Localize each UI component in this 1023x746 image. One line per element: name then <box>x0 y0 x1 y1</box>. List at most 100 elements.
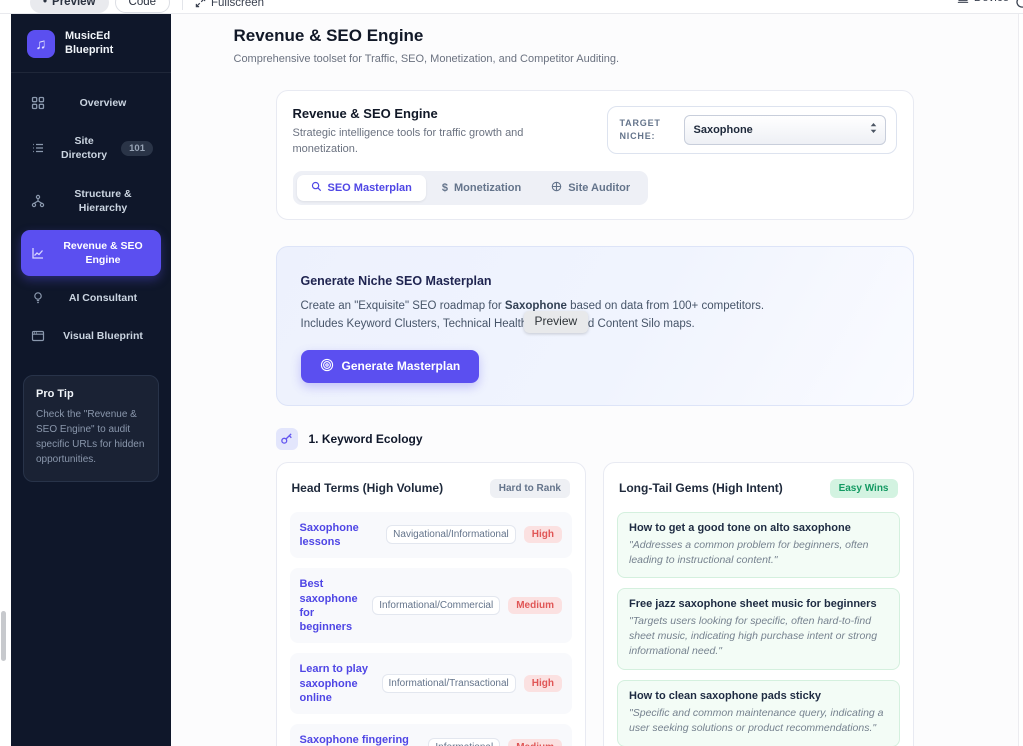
sidebar-item-label: Site Directory <box>53 134 115 162</box>
sidebar-item-site-directory[interactable]: Site Directory 101 <box>21 125 161 171</box>
difficulty-badge: High <box>524 675 562 692</box>
pro-tip-title: Pro Tip <box>36 388 146 400</box>
dollar-icon: $ <box>442 182 448 194</box>
long-tail-keyword: How to clean saxophone pads sticky <box>629 690 888 702</box>
long-tail-item[interactable]: How to get a good tone on alto saxophone… <box>617 512 900 579</box>
fullscreen-label: Fullscreen <box>211 0 264 9</box>
keyword-link[interactable]: Best saxophone for beginners <box>300 577 365 634</box>
preview-tooltip: Preview <box>524 311 589 333</box>
pro-tip-text: Check the "Revenue & SEO Engine" to audi… <box>36 407 146 467</box>
keyword-ecology-header: 1. Keyword Ecology <box>276 428 914 450</box>
keyword-link[interactable]: Learn to play saxophone online <box>300 662 374 705</box>
long-tail-quote: "Specific and common maintenance query, … <box>629 706 888 736</box>
intent-tag: Informational <box>428 738 500 746</box>
sidebar-item-structure-hierarchy[interactable]: Structure & Hierarchy <box>21 178 161 224</box>
main-content: Revenue & SEO Engine Comprehensive tools… <box>171 14 1018 746</box>
keyword-row: Saxophone lessons Navigational/Informati… <box>290 512 573 559</box>
target-niche-label: TARGET NICHE: <box>620 117 672 144</box>
intent-tag: Informational/Transactional <box>382 674 516 693</box>
code-tab[interactable]: Code <box>115 0 171 13</box>
keyword-link[interactable]: Saxophone fingering chart <box>300 733 421 746</box>
globe-icon <box>551 181 562 195</box>
intent-tag: Informational/Commercial <box>372 596 500 615</box>
long-tail-item[interactable]: Free jazz saxophone sheet music for begi… <box>617 588 900 670</box>
search-icon <box>311 181 322 195</box>
tab-monetization[interactable]: $ Monetization <box>428 175 535 201</box>
description-text: Create an "Exquisite" SEO roadmap for <box>301 300 505 312</box>
preview-tab[interactable]: • Preview <box>30 0 109 13</box>
target-niche-value: Saxophone <box>694 124 753 136</box>
refresh-icon[interactable] <box>1014 0 1023 14</box>
engine-card: Revenue & SEO Engine Strategic intellige… <box>276 90 914 220</box>
hierarchy-icon <box>29 194 47 208</box>
device-icon <box>957 0 969 4</box>
tab-label: Site Auditor <box>568 182 630 194</box>
toolbar-divider <box>182 0 183 10</box>
intent-tag: Navigational/Informational <box>386 525 516 544</box>
editor-toolbar: • Preview Code Fullscreen Device <box>0 0 1023 14</box>
long-tail-gems-card: Long-Tail Gems (High Intent) Easy Wins H… <box>603 462 914 746</box>
list-icon <box>29 141 47 155</box>
sidebar-item-revenue-seo-engine[interactable]: Revenue & SEO Engine <box>21 230 161 276</box>
keyword-row: Best saxophone for beginners Information… <box>290 568 573 643</box>
tab-seo-masterplan[interactable]: SEO Masterplan <box>297 175 426 201</box>
generate-masterplan-button[interactable]: Generate Masterplan <box>301 350 480 383</box>
target-niche-select[interactable]: Saxophone <box>684 115 886 145</box>
device-button[interactable]: Device <box>957 0 1009 4</box>
code-tab-label: Code <box>129 0 157 13</box>
fullscreen-button[interactable]: Fullscreen <box>195 0 264 9</box>
lightbulb-icon <box>29 291 47 305</box>
sidebar-item-ai-consultant[interactable]: AI Consultant <box>21 282 161 314</box>
difficulty-badge: High <box>524 526 562 543</box>
window-icon <box>29 329 47 343</box>
page-scrollbar-thumb[interactable] <box>1 611 6 661</box>
difficulty-badge: Medium <box>508 739 562 746</box>
preview-tab-label: Preview <box>52 0 95 13</box>
page-title: Revenue & SEO Engine <box>234 26 956 46</box>
sidebar-nav: Overview Site Directory 101 <box>11 73 171 353</box>
long-tail-quote: "Targets users looking for specific, oft… <box>629 614 888 659</box>
app-logo[interactable]: ♫ MusicEd Blueprint <box>11 14 171 73</box>
chart-icon <box>29 246 47 260</box>
active-dot-icon: • <box>43 0 47 13</box>
generate-button-label: Generate Masterplan <box>342 359 461 373</box>
tab-label: Monetization <box>454 182 521 194</box>
viewport-right-edge <box>1018 14 1023 746</box>
tab-label: SEO Masterplan <box>328 182 412 194</box>
engine-card-subtitle: Strategic intelligence tools for traffic… <box>293 126 563 158</box>
engine-tabs: SEO Masterplan $ Monetization <box>293 171 649 205</box>
long-tail-keyword: Free jazz saxophone sheet music for begi… <box>629 598 888 610</box>
grid-icon <box>29 96 47 110</box>
sidebar-item-overview[interactable]: Overview <box>21 87 161 119</box>
sidebar-item-label: Structure & Hierarchy <box>53 187 153 215</box>
sidebar-item-visual-blueprint[interactable]: Visual Blueprint <box>21 320 161 352</box>
page-subtitle: Comprehensive toolset for Traffic, SEO, … <box>234 53 956 65</box>
long-tail-title: Long-Tail Gems (High Intent) <box>619 481 783 495</box>
hard-to-rank-badge: Hard to Rank <box>490 479 570 498</box>
device-label: Device <box>974 0 1009 4</box>
music-note-icon: ♫ <box>27 30 55 58</box>
long-tail-item[interactable]: How to clean saxophone pads sticky "Spec… <box>617 680 900 746</box>
long-tail-keyword: How to get a good tone on alto saxophone <box>629 522 888 534</box>
sidebar: ♫ MusicEd Blueprint Overview <box>11 14 171 746</box>
keyword-link[interactable]: Saxophone lessons <box>300 521 379 550</box>
tab-site-auditor[interactable]: Site Auditor <box>537 175 644 201</box>
app-title: MusicEd Blueprint <box>65 30 129 58</box>
site-directory-count-badge: 101 <box>121 141 153 156</box>
generate-masterplan-card: Generate Niche SEO Masterplan Create an … <box>276 246 914 406</box>
generate-card-title: Generate Niche SEO Masterplan <box>301 274 889 288</box>
keyword-ecology-title: 1. Keyword Ecology <box>309 432 423 446</box>
pro-tip-card: Pro Tip Check the "Revenue & SEO Engine"… <box>23 375 159 482</box>
head-terms-card: Head Terms (High Volume) Hard to Rank Sa… <box>276 462 587 746</box>
keyword-row: Saxophone fingering chart Informational … <box>290 724 573 746</box>
target-icon <box>320 358 334 375</box>
engine-card-title: Revenue & SEO Engine <box>293 106 563 121</box>
keyword-row: Learn to play saxophone online Informati… <box>290 653 573 714</box>
select-arrows-icon <box>869 121 878 139</box>
app-frame: ♫ MusicEd Blueprint Overview <box>11 14 1023 746</box>
sidebar-item-label: Revenue & SEO Engine <box>53 239 153 267</box>
key-icon <box>276 428 298 450</box>
target-niche-group: TARGET NICHE: Saxophone <box>607 106 897 154</box>
difficulty-badge: Medium <box>508 597 562 614</box>
sidebar-item-label: AI Consultant <box>53 291 153 305</box>
